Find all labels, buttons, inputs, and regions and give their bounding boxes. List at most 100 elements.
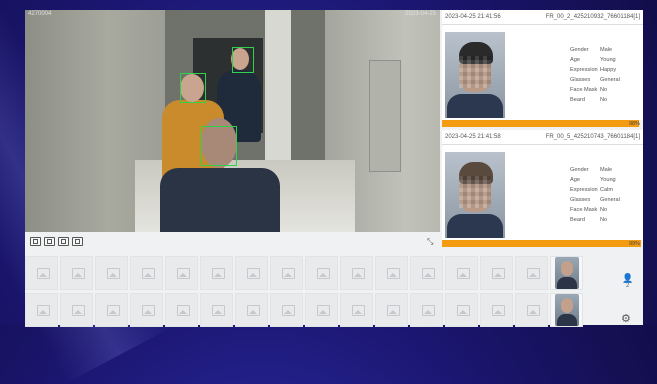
live-video[interactable]: 4270004 2023-04-25 [25,10,440,232]
capture-thumbnail-strip [25,251,643,327]
face-box [201,126,237,166]
card-timestamp: 2023-04-25 21:41:56 [445,14,501,20]
card-header: 2023-04-25 21:41:56 FR_00_2_425210932_76… [442,10,643,25]
empty-thumbnail-slot [60,256,93,290]
empty-thumbnail-slot [95,256,128,290]
empty-thumbnail-slot [200,256,233,290]
image-placeholder-icon [247,268,260,279]
image-placeholder-icon [247,305,260,316]
empty-thumbnail-slot [130,256,163,290]
image-placeholder-icon [212,305,225,316]
empty-thumbnail-slot [515,256,548,290]
image-placeholder-icon [527,268,540,279]
empty-thumbnail-slot [25,256,58,290]
face-box [232,47,254,73]
empty-thumbnail-slot [130,293,163,327]
image-placeholder-icon [212,268,225,279]
video-door-frame [265,10,291,170]
similarity-score: 98% [628,120,640,127]
empty-thumbnail-slot [60,293,93,327]
empty-thumbnail-slot [165,256,198,290]
pip-icon[interactable] [72,237,83,246]
image-placeholder-icon [282,268,295,279]
image-placeholder-icon [352,305,365,316]
face-attributes: Gender Male Age Young Expression Calm Glass… [570,167,620,223]
face-recognition-panel: 4270004 2023-04-25 ⤡ 2023-04-25 21:41:56… [25,10,643,327]
similarity-bar: 99% [442,240,643,247]
similarity-bar: 98% [442,120,643,127]
capture-card[interactable]: 2023-04-25 21:41:58 FR_00_5_425210743_76… [442,130,643,247]
empty-thumbnail-slot [375,256,408,290]
empty-thumbnail-slot [235,256,268,290]
empty-thumbnail-slot [340,293,373,327]
face-attributes: Gender Male Age Young Expression Happy Glas… [570,47,620,103]
image-placeholder-icon [37,305,50,316]
image-placeholder-icon [317,305,330,316]
image-placeholder-icon [527,305,540,316]
image-placeholder-icon [387,268,400,279]
video-cabinet [369,60,401,172]
video-timestamp-left: 4270004 [28,11,52,17]
image-placeholder-icon [492,268,505,279]
capture-thumbnail[interactable] [550,293,583,327]
face-box [180,73,206,103]
image-placeholder-icon [142,268,155,279]
video-toolbar: ⤡ [25,232,440,250]
capture-thumbnail[interactable] [550,256,583,290]
empty-thumbnail-slot [305,293,338,327]
empty-thumbnail-slot [270,293,303,327]
image-placeholder-icon [177,305,190,316]
image-placeholder-icon [457,305,470,316]
similarity-score: 99% [628,240,640,247]
image-placeholder-icon [352,268,365,279]
capture-count: 2 [626,283,630,289]
window-icon[interactable] [58,237,69,246]
face-thumbnail-photo [555,294,579,326]
empty-thumbnail-slot [515,293,548,327]
card-header: 2023-04-25 21:41:58 FR_00_5_425210743_76… [442,130,643,145]
image-placeholder-icon [107,268,120,279]
expand-icon[interactable]: ⤡ [427,237,433,247]
empty-thumbnail-slot [25,293,58,327]
empty-thumbnail-slot [410,256,443,290]
video-timestamp-right: 2023-04-25 [405,11,436,17]
screenshot-icon[interactable] [30,237,41,246]
image-placeholder-icon [282,305,295,316]
image-placeholder-icon [457,268,470,279]
face-photo [445,152,505,238]
person-3-body [160,168,280,232]
image-placeholder-icon [422,305,435,316]
face-thumbnail-photo [555,257,579,289]
empty-thumbnail-slot [480,256,513,290]
empty-thumbnail-slot [235,293,268,327]
image-placeholder-icon [492,305,505,316]
empty-thumbnail-slot [375,293,408,327]
record-icon[interactable] [44,237,55,246]
empty-thumbnail-slot [270,256,303,290]
empty-thumbnail-slot [165,293,198,327]
card-id: FR_00_2_425210932_76601184[1] [545,14,640,20]
capture-card[interactable]: 2023-04-25 21:41:56 FR_00_2_425210932_76… [442,10,643,127]
empty-thumbnail-slot [305,256,338,290]
empty-thumbnail-slot [95,293,128,327]
image-placeholder-icon [37,268,50,279]
gear-icon[interactable]: ⚙ [621,312,631,325]
image-placeholder-icon [72,305,85,316]
image-placeholder-icon [177,268,190,279]
empty-thumbnail-slot [445,293,478,327]
empty-thumbnail-slot [340,256,373,290]
image-placeholder-icon [72,268,85,279]
empty-thumbnail-slot [200,293,233,327]
similarity-fill [442,240,641,247]
image-placeholder-icon [107,305,120,316]
face-photo [445,32,505,118]
image-placeholder-icon [422,268,435,279]
empty-thumbnail-slot [410,293,443,327]
empty-thumbnail-slot [480,293,513,327]
image-placeholder-icon [317,268,330,279]
similarity-fill [442,120,639,127]
empty-thumbnail-slot [445,256,478,290]
card-id: FR_00_5_425210743_76601184[1] [545,134,640,140]
card-timestamp: 2023-04-25 21:41:58 [445,134,501,140]
image-placeholder-icon [142,305,155,316]
